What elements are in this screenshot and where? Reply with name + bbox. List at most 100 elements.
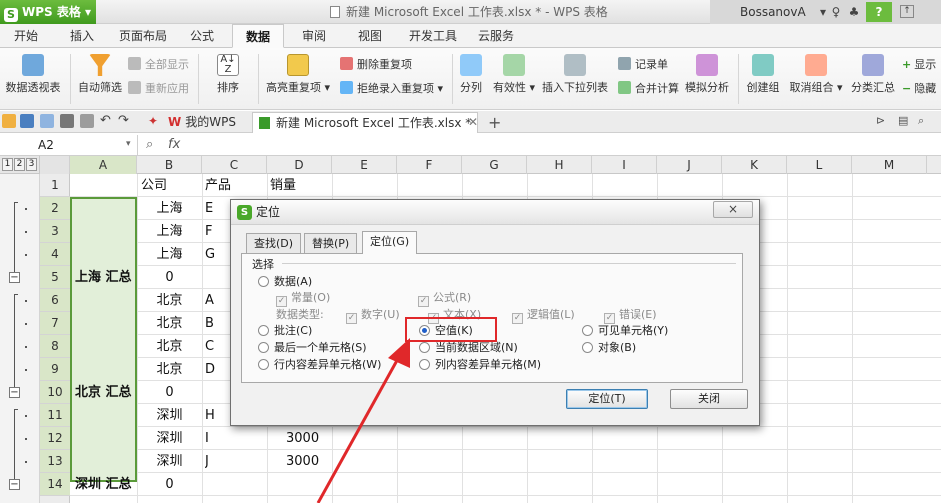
- row-header-12[interactable]: 12: [40, 427, 70, 450]
- outline-level-1[interactable]: 1: [2, 158, 13, 171]
- help-button[interactable]: ?: [866, 2, 892, 22]
- col-header-g[interactable]: G: [462, 156, 527, 174]
- skin-icon[interactable]: ♀: [828, 4, 844, 20]
- reapply-button[interactable]: 重新应用: [128, 80, 189, 98]
- cell-b11[interactable]: 深圳: [137, 404, 202, 427]
- autofilter-button[interactable]: 自动筛选: [76, 54, 124, 95]
- check-logic[interactable]: ✓ 逻辑值(L): [512, 307, 575, 324]
- cell-c11[interactable]: H: [205, 404, 215, 427]
- ungroup-button[interactable]: 取消组合 ▾: [788, 54, 844, 95]
- row-header-2[interactable]: 2: [40, 197, 70, 220]
- cell-b13[interactable]: 深圳: [137, 450, 202, 473]
- check-number[interactable]: ✓ 数字(U): [346, 307, 400, 324]
- row-header-7[interactable]: 7: [40, 312, 70, 335]
- cell-a14[interactable]: 深圳 汇总: [75, 473, 132, 496]
- print-preview-icon[interactable]: [80, 114, 94, 128]
- cell-b14[interactable]: 0: [137, 473, 202, 496]
- minimize-ribbon-icon[interactable]: ↑: [900, 5, 914, 18]
- check-constant[interactable]: ✓ 常量(O): [276, 290, 330, 307]
- selected-range-a2-a14[interactable]: [70, 197, 137, 482]
- option-visible-cells[interactable]: 可见单元格(Y): [582, 323, 668, 338]
- pivot-table-button[interactable]: 数据透视表: [2, 54, 64, 95]
- cell-b5[interactable]: 0: [137, 266, 202, 289]
- doc-tab-file[interactable]: 新建 Microsoft Excel 工作表.xlsx *: [252, 112, 479, 133]
- row-header-4[interactable]: 4: [40, 243, 70, 266]
- row-header-13[interactable]: 13: [40, 450, 70, 473]
- pin-icon[interactable]: ✦: [148, 114, 162, 128]
- outline-level-3[interactable]: 3: [26, 158, 37, 171]
- row-header-5[interactable]: 5: [40, 266, 70, 289]
- dialog-tab-replace[interactable]: 替换(P): [304, 233, 358, 253]
- record-list-button[interactable]: 记录单: [618, 56, 668, 74]
- row-header-9[interactable]: 9: [40, 358, 70, 381]
- app-menu-button[interactable]: S WPS 表格 ▾: [0, 0, 96, 24]
- hide-detail-button[interactable]: − 隐藏: [902, 80, 936, 98]
- dialog-close-button[interactable]: ×: [713, 201, 753, 218]
- row-header-11[interactable]: 11: [40, 404, 70, 427]
- group-button[interactable]: 创建组: [742, 54, 784, 95]
- tab-review[interactable]: 审阅: [294, 24, 334, 48]
- consolidate-button[interactable]: 合并计算: [618, 80, 679, 98]
- text-to-columns-button[interactable]: 分列: [454, 54, 488, 95]
- save-icon[interactable]: [20, 114, 34, 128]
- col-header-d[interactable]: D: [267, 156, 332, 174]
- cell-c4[interactable]: G: [205, 243, 215, 266]
- check-formula[interactable]: ✓ 公式(R): [418, 290, 471, 307]
- cell-b2[interactable]: 上海: [137, 197, 202, 220]
- outline-collapse-button[interactable]: −: [9, 479, 20, 490]
- cell-c6[interactable]: A: [205, 289, 214, 312]
- tab-tool-icon[interactable]: ⊳: [876, 114, 890, 128]
- cell-b7[interactable]: 北京: [137, 312, 202, 335]
- tab-data[interactable]: 数据: [232, 24, 284, 48]
- tab-search-icon[interactable]: ⌕: [918, 114, 932, 128]
- col-header-b[interactable]: B: [137, 156, 202, 174]
- highlight-duplicates-button[interactable]: 高亮重复项 ▾: [264, 54, 332, 95]
- tab-home[interactable]: 开始: [4, 24, 48, 48]
- name-box[interactable]: A2: [0, 135, 138, 155]
- col-header-i[interactable]: I: [592, 156, 657, 174]
- formula-input[interactable]: [198, 135, 941, 155]
- tab-cloud[interactable]: 云服务: [470, 24, 522, 48]
- col-header-j[interactable]: J: [657, 156, 722, 174]
- cell-b10[interactable]: 0: [137, 381, 202, 404]
- col-header-f[interactable]: F: [397, 156, 462, 174]
- subtotal-button[interactable]: 分类汇总: [850, 54, 896, 95]
- export-icon[interactable]: [40, 114, 54, 128]
- col-header-h[interactable]: H: [527, 156, 592, 174]
- name-box-dropdown-icon[interactable]: ▾: [126, 139, 131, 149]
- row-header-8[interactable]: 8: [40, 335, 70, 358]
- validity-button[interactable]: 有效性 ▾: [492, 54, 536, 95]
- what-if-analysis-button[interactable]: 模拟分析: [682, 54, 732, 95]
- shirt-icon[interactable]: ♣: [846, 4, 862, 20]
- outline-collapse-button[interactable]: −: [9, 387, 20, 398]
- print-icon[interactable]: [60, 114, 74, 128]
- new-tab-icon[interactable]: +: [488, 112, 501, 133]
- cell-d1[interactable]: 销量: [270, 174, 296, 197]
- outline-collapse-button[interactable]: −: [9, 272, 20, 283]
- cell-b12[interactable]: 深圳: [137, 427, 202, 450]
- col-header-k[interactable]: K: [722, 156, 787, 174]
- tab-developer[interactable]: 开发工具: [402, 24, 464, 48]
- row-header-10[interactable]: 10: [40, 381, 70, 404]
- cell-a10[interactable]: 北京 汇总: [75, 381, 132, 404]
- select-all-corner[interactable]: [40, 156, 70, 174]
- fx-icon[interactable]: fx: [168, 135, 180, 155]
- close-tab-icon[interactable]: ✕: [468, 112, 478, 133]
- doc-tab-home[interactable]: W 我的WPS: [168, 112, 236, 133]
- col-header-c[interactable]: C: [202, 156, 267, 174]
- redo-icon[interactable]: ↷: [118, 114, 132, 128]
- insert-dropdown-list-button[interactable]: 插入下拉列表: [540, 54, 610, 95]
- user-name[interactable]: BossanovA: [740, 0, 806, 24]
- tab-page-layout[interactable]: 页面布局: [112, 24, 174, 48]
- cell-b1[interactable]: 公司: [141, 174, 167, 197]
- cell-c8[interactable]: C: [205, 335, 214, 358]
- cell-b3[interactable]: 上海: [137, 220, 202, 243]
- delete-duplicates-button[interactable]: 删除重复项: [340, 56, 412, 74]
- open-icon[interactable]: [2, 114, 16, 128]
- cell-c1[interactable]: 产品: [205, 174, 231, 197]
- option-objects[interactable]: 对象(B): [582, 340, 636, 355]
- locate-button[interactable]: 定位(T): [566, 389, 648, 409]
- undo-icon[interactable]: ↶: [100, 114, 114, 128]
- tab-formulas[interactable]: 公式: [182, 24, 222, 48]
- cell-b6[interactable]: 北京: [137, 289, 202, 312]
